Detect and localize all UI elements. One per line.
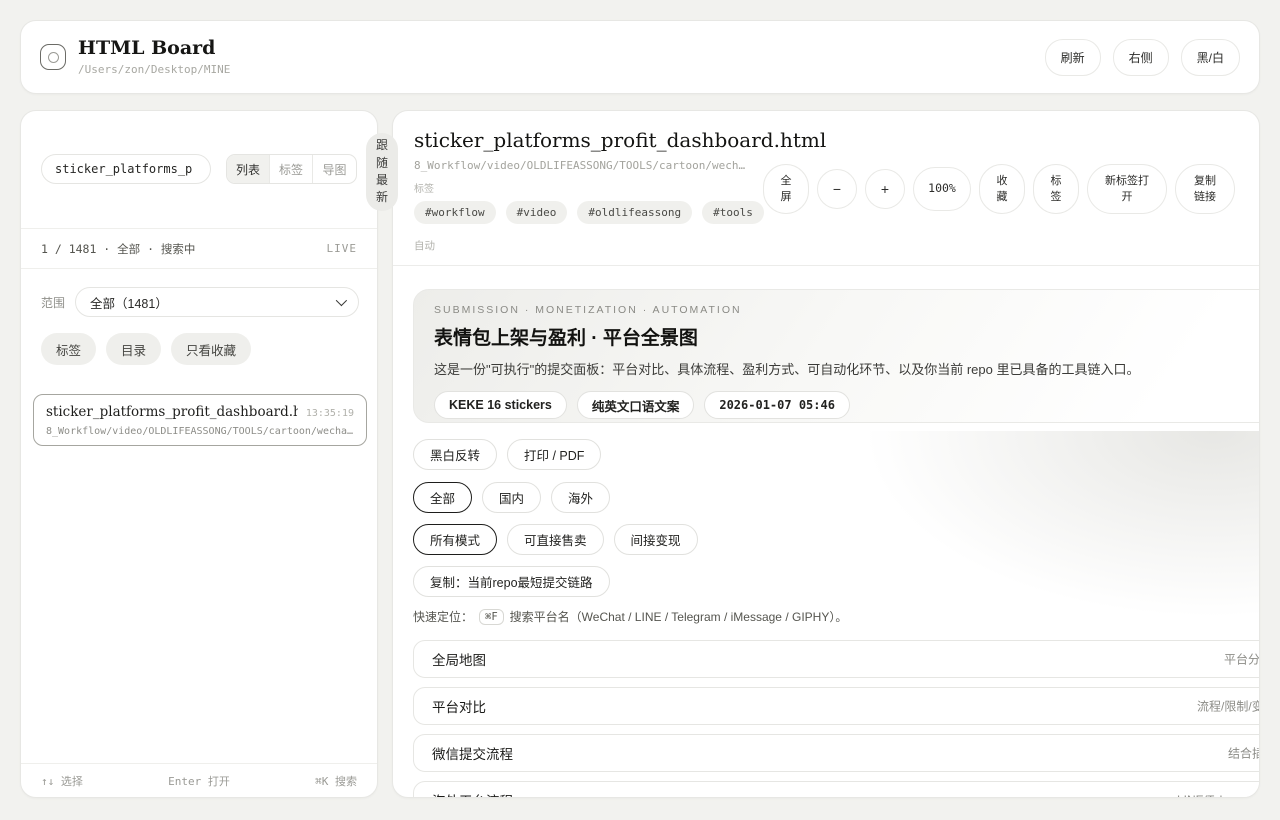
section-meta: LINE/Telegram — [1177, 793, 1256, 798]
preview-controls: 黑白反转 打印 / PDF 全部 国内 海外 所有模式 可直接售卖 间接变现 复… — [413, 431, 1260, 633]
print-pdf-button[interactable]: 打印 / PDF — [507, 439, 601, 470]
hint-prefix: 快速定位： — [413, 608, 473, 625]
follow-latest-button[interactable]: 跟随最新 — [366, 133, 398, 211]
auto-label: 自动 — [414, 238, 435, 253]
section-global-map[interactable]: 全局地图 平台分 — [413, 640, 1260, 678]
view-mode-tabs: 列表 标签 导图 — [226, 154, 357, 184]
document-title: sticker_platforms_profit_dashboard.html — [414, 128, 826, 152]
right-panel-button[interactable]: 右侧 — [1113, 39, 1169, 76]
filter-directory-button[interactable]: 目录 — [106, 333, 161, 365]
zoom-level-button[interactable]: 100% — [913, 167, 971, 211]
list-item[interactable]: sticker_platforms_profit_dashboard.h… 13… — [33, 394, 367, 446]
filter-favorites-button[interactable]: 只看收藏 — [171, 333, 251, 365]
tags-label: 标签 — [414, 180, 434, 195]
app-title: HTML Board — [78, 38, 230, 60]
document-path: 8_Workflow/video/OLDLIFEASSONG/TOOLS/car… — [414, 159, 745, 172]
scope-label: 范围 — [41, 294, 65, 311]
section-meta: 结合插 — [1228, 745, 1260, 762]
file-list: sticker_platforms_profit_dashboard.h… 13… — [33, 394, 367, 446]
region-filter-overseas[interactable]: 海外 — [551, 482, 610, 513]
section-wechat-flow[interactable]: 微信提交流程 结合插 — [413, 734, 1260, 772]
scope-select[interactable]: 全部（1481） — [75, 287, 359, 317]
region-filter-all[interactable]: 全部 — [413, 482, 472, 513]
refresh-button[interactable]: 刷新 — [1045, 39, 1101, 76]
zoom-in-button[interactable]: + — [865, 169, 905, 209]
section-meta: 流程/限制/变 — [1197, 698, 1260, 715]
workspace-path: /Users/zon/Desktop/MINE — [78, 63, 230, 76]
tab-tags[interactable]: 标签 — [270, 155, 313, 183]
file-title: sticker_platforms_profit_dashboard.h… — [46, 404, 298, 420]
file-timestamp: 13:35:19 — [306, 408, 354, 419]
chip-keke-stickers: KEKE 16 stickers — [434, 391, 567, 419]
preview-toolbar: 全屏 − + 100% 收藏 标签 新标签打开 复制链接 — [763, 164, 1235, 214]
tag-list: #workflow #video #oldlifeassong #tools — [414, 201, 764, 224]
cmd-f-kbd: ⌘F — [479, 609, 504, 625]
tag-workflow[interactable]: #workflow — [414, 201, 496, 224]
filter-tags-button[interactable]: 标签 — [41, 333, 96, 365]
region-filter-domestic[interactable]: 国内 — [482, 482, 541, 513]
section-title: 海外平台流程 — [432, 790, 513, 798]
app-logo-icon — [40, 44, 66, 70]
section-title: 平台对比 — [432, 696, 486, 716]
scope-selected-value: 全部（1481） — [90, 293, 168, 312]
tab-mindmap[interactable]: 导图 — [313, 155, 356, 183]
hero-card: SUBMISSION · MONETIZATION · AUTOMATION 表… — [413, 289, 1260, 423]
mode-filter-indirect[interactable]: 间接变现 — [614, 524, 698, 555]
section-meta: 平台分 — [1224, 651, 1260, 668]
results-count: 1 / 1481 · 全部 · 搜索中 — [41, 241, 195, 257]
theme-toggle-button[interactable]: 黑/白 — [1181, 39, 1240, 76]
sidebar: 列表 标签 导图 1 / 1481 · 全部 · 搜索中 LIVE 范围 全部（… — [20, 110, 378, 798]
chip-english-copy: 纯英文口语文案 — [577, 391, 695, 419]
section-overseas-flow[interactable]: 海外平台流程 LINE/Telegram — [413, 781, 1260, 798]
open-new-tab-button[interactable]: 新标签打开 — [1087, 164, 1167, 214]
favorite-button[interactable]: 收藏 — [979, 164, 1025, 214]
live-badge: LIVE — [327, 242, 358, 255]
copy-repo-path-button[interactable]: 复制：当前repo最短提交链路 — [413, 566, 610, 597]
hint-suffix: 搜索平台名（WeChat / LINE / Telegram / iMessag… — [510, 608, 848, 625]
hint-open: Enter 打开 — [168, 773, 230, 789]
document-preview: SUBMISSION · MONETIZATION · AUTOMATION 表… — [393, 266, 1260, 798]
app-header: HTML Board /Users/zon/Desktop/MINE 刷新 右侧… — [20, 20, 1260, 94]
hint-search: ⌘K 搜索 — [315, 773, 357, 789]
tag-tools[interactable]: #tools — [702, 201, 764, 224]
hero-eyebrow: SUBMISSION · MONETIZATION · AUTOMATION — [434, 304, 1260, 316]
mode-filter-all[interactable]: 所有模式 — [413, 524, 497, 555]
section-list: 全局地图 平台分 平台对比 流程/限制/变 微信提交流程 结合插 海外平台流程 … — [413, 640, 1260, 798]
tag-oldlifeassong[interactable]: #oldlifeassong — [577, 201, 692, 224]
zoom-out-button[interactable]: − — [817, 169, 857, 209]
section-title: 微信提交流程 — [432, 743, 513, 763]
invert-colors-button[interactable]: 黑白反转 — [413, 439, 497, 470]
chevron-down-icon — [336, 295, 347, 306]
tag-button[interactable]: 标签 — [1033, 164, 1079, 214]
main-panel: sticker_platforms_profit_dashboard.html … — [392, 110, 1260, 798]
chip-datetime: 2026-01-07 05:46 — [704, 391, 850, 419]
copy-link-button[interactable]: 复制链接 — [1175, 164, 1235, 214]
hero-title: 表情包上架与盈利 · 平台全景图 — [434, 323, 1260, 350]
keyboard-hints-bar: ↑↓ 选择 Enter 打开 ⌘K 搜索 — [21, 763, 377, 797]
fullscreen-button[interactable]: 全屏 — [763, 164, 809, 214]
mode-filter-direct-sale[interactable]: 可直接售卖 — [507, 524, 604, 555]
section-platform-compare[interactable]: 平台对比 流程/限制/变 — [413, 687, 1260, 725]
quick-locate-hint: 快速定位： ⌘F 搜索平台名（WeChat / LINE / Telegram … — [413, 608, 1260, 625]
hero-description: 这是一份"可执行"的提交面板：平台对比、具体流程、盈利方式、可自动化环节、以及你… — [434, 359, 1260, 378]
tab-list[interactable]: 列表 — [227, 155, 270, 183]
file-path: 8_Workflow/video/OLDLIFEASSONG/TOOLS/car… — [46, 426, 354, 437]
section-title: 全局地图 — [432, 649, 486, 669]
tag-video[interactable]: #video — [506, 201, 568, 224]
follow-latest-label: 跟随最新 — [376, 137, 389, 207]
search-input[interactable] — [41, 154, 211, 184]
results-status-bar: 1 / 1481 · 全部 · 搜索中 LIVE — [21, 228, 377, 269]
hint-select: ↑↓ 选择 — [41, 773, 83, 789]
